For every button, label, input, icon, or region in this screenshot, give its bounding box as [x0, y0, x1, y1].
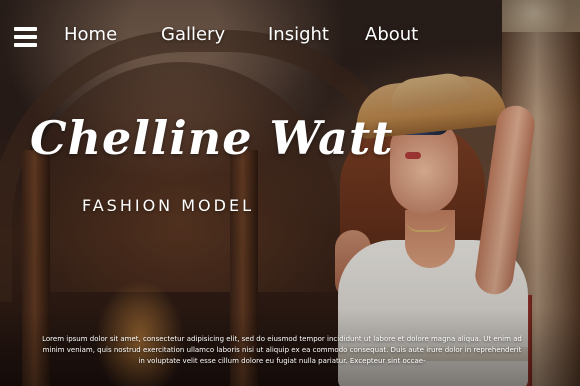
nav-insight[interactable]: Insight	[268, 24, 329, 45]
hero-subtitle: FASHION MODEL	[82, 196, 254, 215]
nav-about[interactable]: About	[365, 24, 418, 45]
top-navigation: Home Gallery Insight About	[64, 24, 580, 52]
menu-icon[interactable]	[14, 27, 37, 47]
menu-icon-line	[14, 43, 37, 47]
menu-icon-line	[14, 35, 37, 39]
hero-description: Lorem ipsum dolor sit amet, consectetur …	[42, 335, 522, 365]
hero-title: Chelline Watt	[30, 111, 394, 165]
hero-background	[0, 0, 580, 386]
nav-gallery[interactable]: Gallery	[161, 24, 225, 45]
nav-home[interactable]: Home	[64, 24, 117, 45]
photo-overlay	[0, 0, 580, 386]
menu-icon-line	[14, 27, 37, 31]
